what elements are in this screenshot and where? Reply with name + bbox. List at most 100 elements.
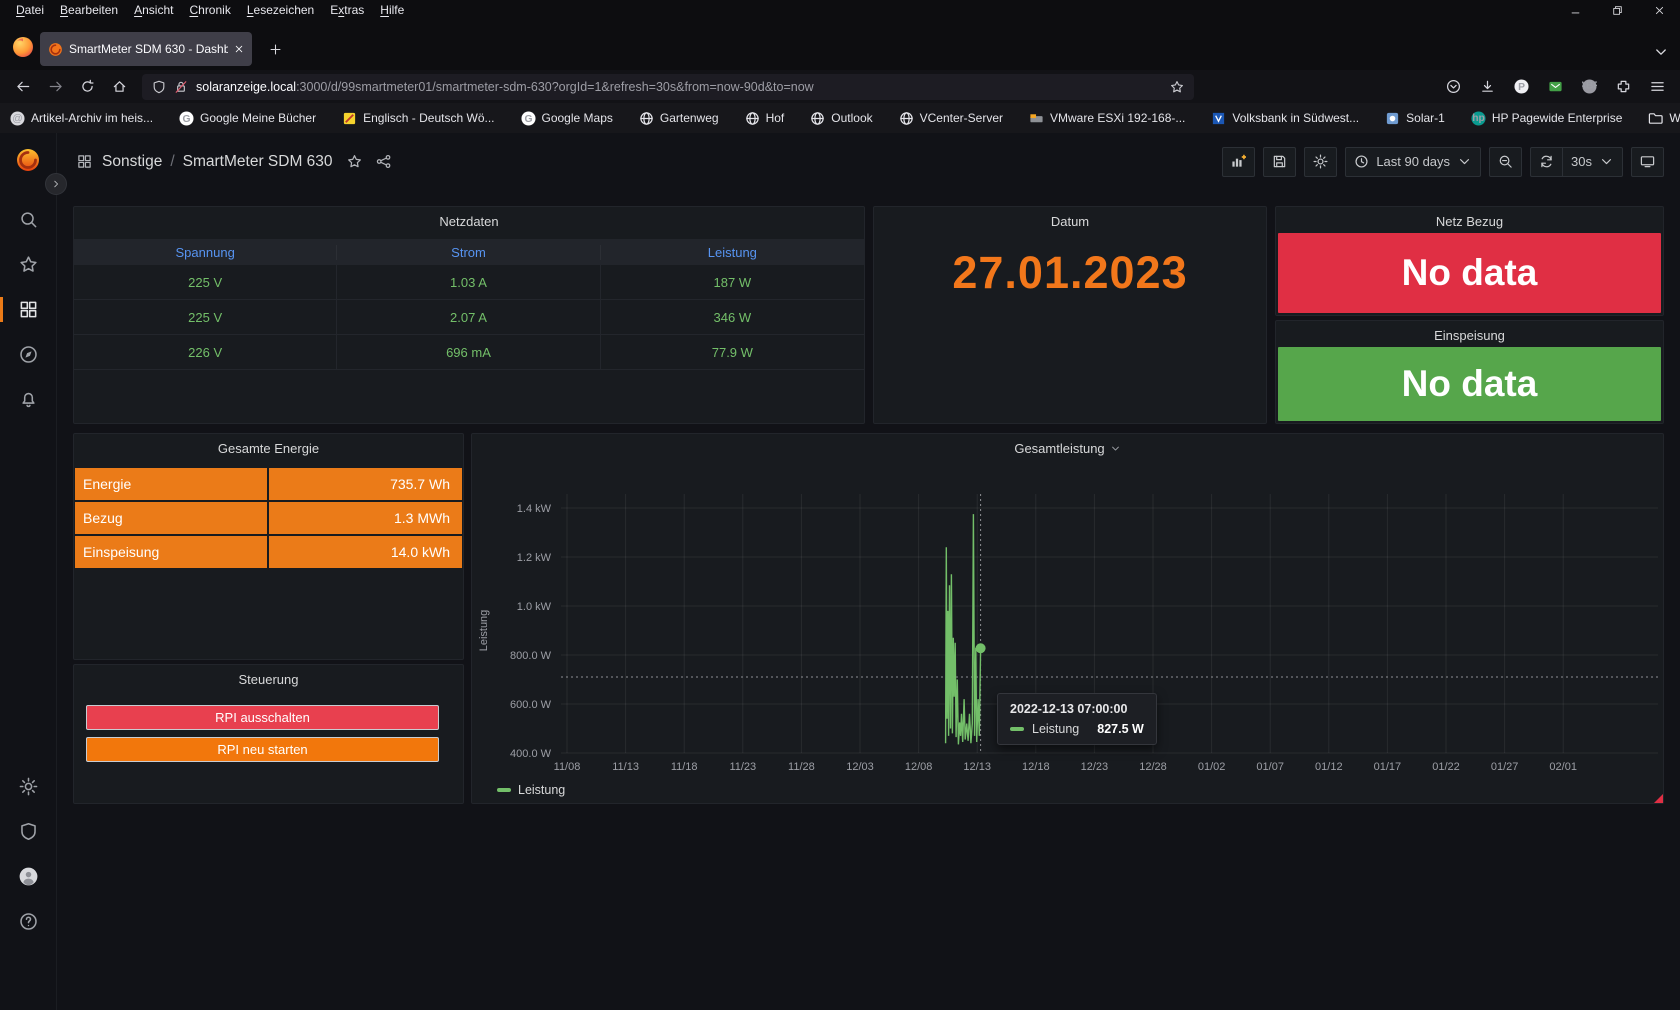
- bookmark-label: Google Maps: [542, 111, 613, 125]
- chart-body[interactable]: 400.0 W600.0 W800.0 W1.0 kW1.2 kW1.4 kW1…: [473, 462, 1662, 802]
- app-menu-icon[interactable]: [1642, 74, 1672, 100]
- adblock-plus-icon[interactable]: ABP: [1574, 74, 1604, 100]
- sidebar-item-explore[interactable]: [0, 332, 57, 377]
- extensions-puzzle-icon[interactable]: [1608, 74, 1638, 100]
- tab-title: SmartMeter SDM 630 - Dashboa: [69, 42, 228, 56]
- insecure-lock-icon[interactable]: [174, 80, 188, 94]
- pocket-icon[interactable]: [1438, 74, 1468, 100]
- svg-text:12/13: 12/13: [963, 761, 991, 773]
- menu-ansicht[interactable]: Ansicht: [126, 1, 181, 19]
- sidebar-item-server-admin[interactable]: [0, 809, 57, 854]
- share-icon[interactable]: [376, 154, 391, 169]
- bookmark-star-icon[interactable]: [1170, 80, 1184, 94]
- sidebar-bottom-items: [0, 764, 56, 1010]
- svg-text:ABP: ABP: [1582, 81, 1597, 92]
- new-tab-button[interactable]: [260, 34, 290, 64]
- sidebar-expand-button[interactable]: [45, 173, 67, 195]
- zoom-out-button[interactable]: [1489, 147, 1522, 177]
- menu-hilfe[interactable]: Hilfe: [372, 1, 412, 19]
- tooltip-series-name: Leistung: [1032, 722, 1079, 736]
- menu-lesezeichen[interactable]: Lesezeichen: [239, 1, 322, 19]
- time-range-label: Last 90 days: [1376, 154, 1450, 169]
- firefox-logo-icon[interactable]: [6, 30, 40, 64]
- home-button[interactable]: [104, 74, 134, 100]
- refresh-interval-picker[interactable]: 30s: [1562, 147, 1623, 177]
- bookmark-item[interactable]: Englisch - Deutsch Wö...: [342, 111, 494, 126]
- extension-mail-icon[interactable]: [1540, 74, 1570, 100]
- browser-tab[interactable]: SmartMeter SDM 630 - Dashboa: [40, 32, 252, 66]
- url-bar[interactable]: solaranzeige.local:3000/d/99smartmeter01…: [142, 74, 1194, 100]
- menu-chronik[interactable]: Chronik: [181, 1, 238, 19]
- energie-value: 1.3 MWh: [269, 510, 463, 526]
- legend-label: Leistung: [518, 783, 565, 797]
- bookmark-item[interactable]: Gartenweg: [639, 111, 719, 126]
- grafana-logo-icon[interactable]: [15, 147, 41, 173]
- bookmark-item[interactable]: VMware ESXi 192-168-...: [1029, 111, 1185, 126]
- energie-value: 735.7 Wh: [269, 476, 463, 492]
- dashboard-settings-button[interactable]: [1304, 147, 1337, 177]
- panel-title[interactable]: Gesamte Energie: [74, 434, 463, 462]
- chart-legend[interactable]: Leistung: [497, 783, 565, 797]
- button-rpi-ausschalten[interactable]: RPI ausschalten: [86, 705, 439, 730]
- bookmark-label: Hof: [766, 111, 785, 125]
- dashboards-grid-icon[interactable]: [77, 154, 92, 169]
- energie-label: Einspeisung: [75, 536, 269, 568]
- breadcrumb-folder[interactable]: Sonstige: [102, 153, 162, 171]
- time-range-picker[interactable]: Last 90 days: [1345, 147, 1481, 177]
- more-bookmarks[interactable]: Weitere Lesezeichen: [1648, 111, 1680, 126]
- bookmark-item[interactable]: GGoogle Meine Bücher: [179, 111, 316, 126]
- grafana-favicon-icon: [48, 42, 63, 57]
- menu-datei[interactable]: Datei: [8, 1, 52, 19]
- close-button[interactable]: [1638, 0, 1680, 20]
- panel-title[interactable]: Steuerung: [74, 665, 463, 693]
- button-rpi-neu-starten[interactable]: RPI neu starten: [86, 737, 439, 762]
- menu-extras[interactable]: Extras: [322, 1, 372, 19]
- window-controls: [1554, 0, 1680, 20]
- tab-list-chevron-icon[interactable]: [1648, 44, 1674, 60]
- sidebar-item-configuration[interactable]: [0, 764, 57, 809]
- minimize-button[interactable]: [1554, 0, 1596, 20]
- chevron-down-icon: [1599, 154, 1614, 169]
- column-header[interactable]: Spannung: [74, 245, 337, 260]
- solar-icon: [1385, 111, 1400, 126]
- sidebar-item-help[interactable]: [0, 899, 57, 944]
- save-dashboard-button[interactable]: [1263, 147, 1296, 177]
- bookmark-item[interactable]: Solar-1: [1385, 111, 1445, 126]
- add-panel-button[interactable]: [1222, 147, 1255, 177]
- sidebar-item-dashboards[interactable]: [0, 287, 57, 332]
- bookmark-item[interactable]: Outlook: [810, 111, 872, 126]
- bookmark-item[interactable]: @Artikel-Archiv im heis...: [10, 111, 153, 126]
- refresh-button[interactable]: [1530, 147, 1562, 177]
- panel-title[interactable]: Netzdaten: [74, 207, 864, 235]
- column-header[interactable]: Leistung: [601, 245, 864, 260]
- chart-title: Gesamtleistung: [1014, 441, 1104, 456]
- forward-button[interactable]: [40, 74, 70, 100]
- grid4-icon: [19, 300, 38, 319]
- kiosk-tv-button[interactable]: [1631, 147, 1664, 177]
- tracking-shield-icon[interactable]: [152, 80, 166, 94]
- downloads-icon[interactable]: [1472, 74, 1502, 100]
- tab-close-icon[interactable]: [234, 44, 244, 54]
- menu-bearbeiten[interactable]: Bearbeiten: [52, 1, 126, 19]
- bookmark-item[interactable]: VCenter-Server: [899, 111, 1003, 126]
- bookmark-item[interactable]: Volksbank in Südwest...: [1211, 111, 1359, 126]
- sidebar-item-starred[interactable]: [0, 242, 57, 287]
- panel-title[interactable]: Gesamtleistung: [472, 434, 1663, 462]
- favorite-star-icon[interactable]: [347, 154, 362, 169]
- sidebar-item-search[interactable]: [0, 197, 57, 242]
- column-header[interactable]: Strom: [337, 245, 600, 260]
- panel-title[interactable]: Einspeisung: [1276, 321, 1663, 349]
- panel-title[interactable]: Netz Bezug: [1276, 207, 1663, 235]
- restore-button[interactable]: [1596, 0, 1638, 20]
- table-cell: 187 W: [601, 265, 864, 299]
- panel-title[interactable]: Datum: [874, 207, 1266, 235]
- sidebar-item-alerting[interactable]: [0, 377, 57, 422]
- bookmark-item[interactable]: GGoogle Maps: [521, 111, 613, 126]
- gesamtleistung-chart[interactable]: 400.0 W600.0 W800.0 W1.0 kW1.2 kW1.4 kW1…: [473, 462, 1664, 802]
- extension-p-icon[interactable]: P: [1506, 74, 1536, 100]
- sidebar-item-profile[interactable]: [0, 854, 57, 899]
- reload-button[interactable]: [72, 74, 102, 100]
- bookmark-item[interactable]: hpHP Pagewide Enterprise: [1471, 111, 1623, 126]
- bookmark-item[interactable]: Hof: [745, 111, 785, 126]
- back-button[interactable]: [8, 74, 38, 100]
